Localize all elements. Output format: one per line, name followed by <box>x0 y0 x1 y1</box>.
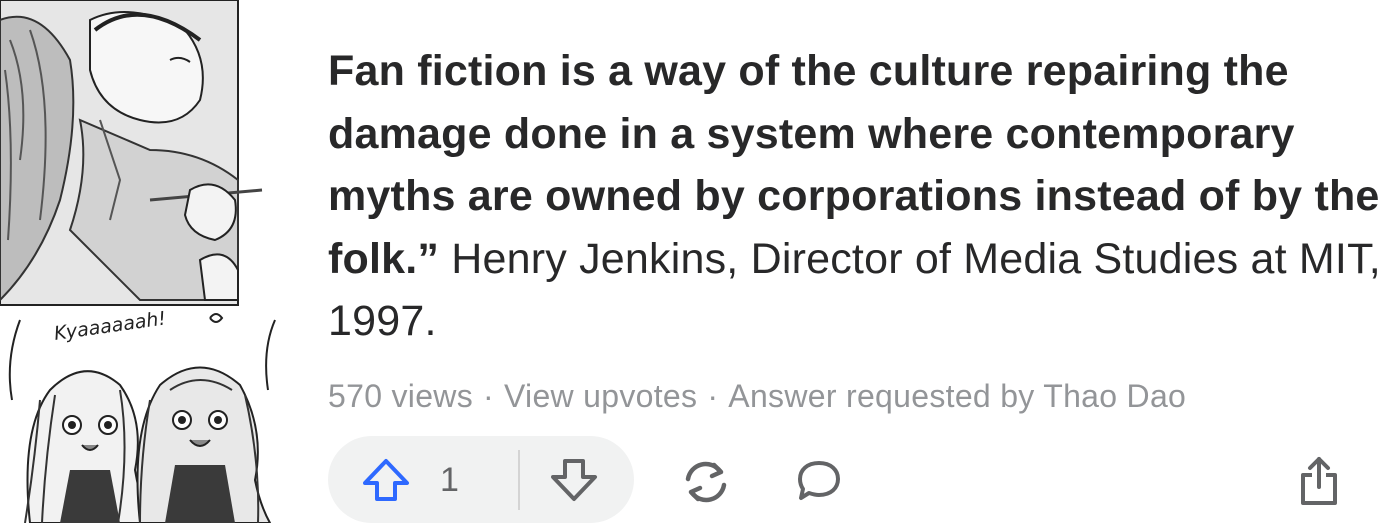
views-count: 570 views <box>328 378 473 414</box>
meta-separator: · <box>707 378 719 414</box>
arrow-up-icon <box>363 459 409 501</box>
vote-pill: 1 <box>328 436 634 523</box>
comment-button[interactable] <box>794 456 844 506</box>
manga-illustration: Kyaaaaaah! <box>0 0 290 523</box>
manga-drawing: Kyaaaaaah! <box>0 0 276 523</box>
comment-icon <box>798 461 840 500</box>
action-bar: 1 <box>328 436 1388 523</box>
share-button[interactable] <box>676 456 736 508</box>
answer-meta: 570 views · View upvotes · Answer requested … <box>328 378 1186 415</box>
answer-text: Fan fiction is a way of the culture repa… <box>328 40 1388 353</box>
quote-attribution: Henry Jenkins, Director of Media Studies… <box>328 234 1381 346</box>
vote-divider <box>518 450 520 510</box>
upload-icon <box>1301 457 1337 505</box>
answer-requested-by: Answer requested by Thao Dao <box>728 378 1187 414</box>
upload-button[interactable] <box>1296 454 1342 508</box>
downvote-button[interactable] <box>546 456 602 504</box>
arrow-down-icon <box>551 459 597 501</box>
view-upvotes-link[interactable]: View upvotes <box>504 378 697 414</box>
share-cycle-icon <box>685 461 727 503</box>
upvote-button[interactable] <box>358 456 414 504</box>
upvote-count: 1 <box>440 461 459 499</box>
meta-separator: · <box>483 378 494 414</box>
sfx-text: Kyaaaaaah! <box>53 307 168 344</box>
